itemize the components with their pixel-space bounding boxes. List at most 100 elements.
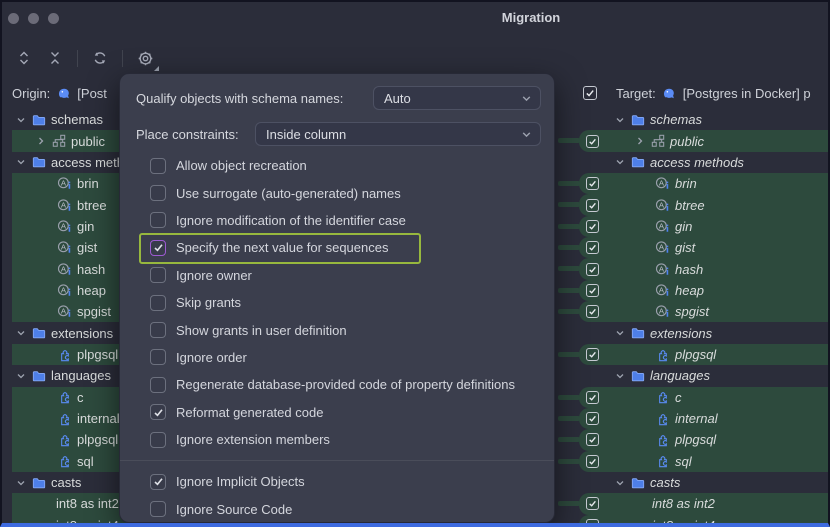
diff-connector xyxy=(558,395,580,400)
checkbox-unchecked[interactable] xyxy=(150,158,166,174)
checkbox-unchecked[interactable] xyxy=(150,501,166,517)
option-allow-object-recreation[interactable]: Allow object recreation xyxy=(136,152,538,179)
target-tree-item-gin[interactable]: Agin xyxy=(606,216,828,237)
folder-icon xyxy=(31,155,46,170)
checkbox-unchecked[interactable] xyxy=(150,377,166,393)
chevron-down-icon[interactable] xyxy=(614,157,625,168)
target-item-checkbox[interactable] xyxy=(586,135,599,148)
chevron-down-icon[interactable] xyxy=(614,114,625,125)
target-tree-item-languages[interactable]: languages xyxy=(606,365,828,386)
target-tree-item-internal[interactable]: internal xyxy=(606,408,828,429)
target-tree-item-gist[interactable]: Agist xyxy=(606,237,828,258)
target-tree-item-brin[interactable]: Abrin xyxy=(606,173,828,194)
target-item-checkbox[interactable] xyxy=(586,497,599,510)
target-item-checkbox[interactable] xyxy=(586,391,599,404)
target-tree-item-public[interactable]: public xyxy=(606,130,828,151)
tree-item-label: int8 as int4 xyxy=(652,515,715,527)
tree-item-label: public xyxy=(71,131,105,152)
collapse-all-icon[interactable] xyxy=(46,49,64,67)
option-show-grants-in-user-definition[interactable]: Show grants in user definition xyxy=(136,316,538,343)
target-tree-item-c[interactable]: c xyxy=(606,387,828,408)
access-method-icon: A xyxy=(57,304,72,319)
svg-text:A: A xyxy=(659,285,665,294)
target-tree-item-plpgsql[interactable]: plpgsql xyxy=(606,429,828,450)
folder-icon xyxy=(31,112,46,127)
tree-item-label: schemas xyxy=(51,109,103,130)
target-item-checkbox[interactable] xyxy=(586,199,599,212)
target-tree-item-casts[interactable]: casts xyxy=(606,472,828,493)
expand-all-icon[interactable] xyxy=(15,49,33,67)
chevron-down-icon[interactable] xyxy=(614,328,625,339)
option-specify-the-next-value-for-sequences[interactable]: Specify the next value for sequences xyxy=(136,234,538,261)
option-reformat-generated-code[interactable]: Reformat generated code xyxy=(136,399,538,426)
zoom-button[interactable] xyxy=(48,13,59,24)
tree-item-label: languages xyxy=(650,365,710,386)
target-tree-item-int8-as-int2[interactable]: int8 as int2 xyxy=(606,493,828,514)
target-item-checkbox[interactable] xyxy=(586,305,599,318)
checkbox-checked[interactable] xyxy=(150,474,166,490)
target-item-checkbox[interactable] xyxy=(586,220,599,233)
target-tree-item-extensions[interactable]: extensions xyxy=(606,323,828,344)
target-tree-item-access-methods[interactable]: access methods xyxy=(606,152,828,173)
qualify-objects-select[interactable]: Auto xyxy=(373,86,541,110)
target-item-checkbox[interactable] xyxy=(586,263,599,276)
checkbox-unchecked[interactable] xyxy=(150,185,166,201)
place-constraints-select[interactable]: Inside column xyxy=(255,122,541,146)
target-tree-item-btree[interactable]: Abtree xyxy=(606,194,828,215)
svg-text:A: A xyxy=(61,307,67,316)
option-ignore-implicit-objects[interactable]: Ignore Implicit Objects xyxy=(136,468,538,495)
option-ignore-extension-members[interactable]: Ignore extension members xyxy=(136,426,538,453)
target-tree-item-spgist[interactable]: Aspgist xyxy=(606,301,828,322)
tree-item-label: public xyxy=(670,131,704,152)
close-button[interactable] xyxy=(8,13,19,24)
chevron-right-icon[interactable] xyxy=(35,136,46,147)
option-regenerate-database-provided-code-of-property-definitions[interactable]: Regenerate database-provided code of pro… xyxy=(136,371,538,398)
chevron-down-icon[interactable] xyxy=(614,477,625,488)
option-ignore-modification-of-the-identifier-case[interactable]: Ignore modification of the identifier ca… xyxy=(136,207,538,234)
checkbox-unchecked[interactable] xyxy=(150,295,166,311)
target-select-all-checkbox[interactable] xyxy=(583,86,597,100)
tree-item-label: c xyxy=(675,387,682,408)
option-label: Show grants in user definition xyxy=(176,323,347,338)
chevron-down-icon[interactable] xyxy=(15,370,26,381)
access-method-icon: A xyxy=(655,304,670,319)
sync-icon[interactable] xyxy=(91,49,109,67)
target-item-checkbox[interactable] xyxy=(586,284,599,297)
chevron-down-icon[interactable] xyxy=(15,328,26,339)
chevron-right-icon[interactable] xyxy=(634,136,645,147)
target-tree-item-heap[interactable]: Aheap xyxy=(606,280,828,301)
target-item-checkbox[interactable] xyxy=(586,241,599,254)
checkbox-unchecked[interactable] xyxy=(150,267,166,283)
checkbox-unchecked[interactable] xyxy=(150,212,166,228)
target-item-checkbox[interactable] xyxy=(586,433,599,446)
chevron-down-icon[interactable] xyxy=(614,370,625,381)
option-ignore-order[interactable]: Ignore order xyxy=(136,344,538,371)
target-item-checkbox[interactable] xyxy=(586,519,599,527)
checkbox-unchecked[interactable] xyxy=(150,432,166,448)
tree-item-label: gin xyxy=(77,216,94,237)
target-item-checkbox[interactable] xyxy=(586,177,599,190)
popup-options: Allow object recreationUse surrogate (au… xyxy=(136,152,538,523)
checkbox-unchecked[interactable] xyxy=(150,349,166,365)
chevron-down-icon[interactable] xyxy=(15,157,26,168)
target-tree-item-sql[interactable]: sql xyxy=(606,451,828,472)
chevron-down-icon[interactable] xyxy=(15,114,26,125)
option-ignore-owner[interactable]: Ignore owner xyxy=(136,262,538,289)
checkbox-checked[interactable] xyxy=(150,240,166,256)
target-item-checkbox[interactable] xyxy=(586,455,599,468)
target-tree-item-schemas[interactable]: schemas xyxy=(606,109,828,130)
checkbox-checked[interactable] xyxy=(150,404,166,420)
target-tree-item-plpgsql[interactable]: plpgsql xyxy=(606,344,828,365)
option-use-surrogate-auto-generated-names[interactable]: Use surrogate (auto-generated) names xyxy=(136,179,538,206)
target-item-checkbox[interactable] xyxy=(586,348,599,361)
target-tree-item-int8-as-int4[interactable]: int8 as int4 xyxy=(606,515,828,527)
target-tree-item-hash[interactable]: Ahash xyxy=(606,258,828,279)
option-ignore-source-code[interactable]: Ignore Source Code xyxy=(136,496,538,523)
option-skip-grants[interactable]: Skip grants xyxy=(136,289,538,316)
minimize-button[interactable] xyxy=(28,13,39,24)
chevron-down-icon[interactable] xyxy=(15,477,26,488)
target-item-checkbox[interactable] xyxy=(586,412,599,425)
settings-gear-icon[interactable] xyxy=(136,49,154,67)
checkbox-unchecked[interactable] xyxy=(150,322,166,338)
target-connection: [Postgres in Docker] p xyxy=(683,86,811,101)
